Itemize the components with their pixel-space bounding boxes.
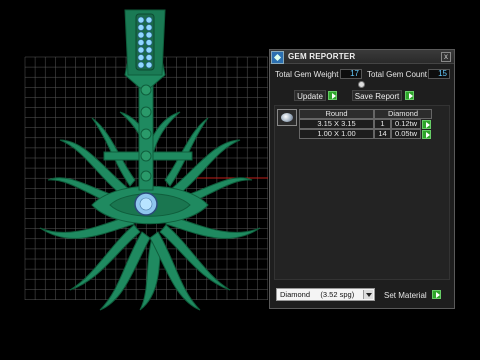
total-gem-weight-value: 17 (340, 69, 362, 79)
row-2-weight: 0.05tw (391, 129, 421, 139)
material-dropdown-value: Diamond (3.52 spg) (280, 290, 355, 299)
set-material-arrow-icon[interactable] (432, 290, 441, 299)
row-1-select-icon[interactable] (422, 120, 431, 129)
total-gem-weight-label: Total Gem Weight (275, 70, 339, 79)
header-shape: Round (299, 109, 374, 119)
bail-gem (145, 39, 153, 46)
update-arrow-icon[interactable] (328, 91, 337, 100)
gem-reporter-panel: GEM REPORTER x Total Gem Weight 17 Total… (269, 49, 455, 309)
set-material-label[interactable]: Set Material (384, 291, 427, 300)
row-1-size: 3.15 X 3.15 (299, 119, 374, 129)
save-report-button[interactable]: Save Report (352, 90, 402, 101)
bail-gem (145, 54, 153, 61)
bail-gem (145, 31, 153, 39)
row-2-select-icon[interactable] (422, 130, 431, 139)
chevron-down-icon[interactable] (363, 290, 373, 299)
close-button[interactable]: x (441, 52, 451, 62)
row-2-count: 14 (374, 129, 391, 139)
gem-reporter-icon (271, 51, 284, 64)
bail-gem (137, 16, 145, 24)
gem-table: Round Diamond 3.15 X 3.15 1 0.12tw 1.00 … (274, 105, 450, 280)
panel-title: GEM REPORTER (288, 52, 356, 61)
collapse-toggle-icon[interactable] (358, 81, 365, 88)
total-gem-count-value: 15 (428, 69, 450, 79)
bail-gem (145, 46, 153, 54)
bail-gem (137, 24, 145, 31)
material-dropdown[interactable]: Diamond (3.52 spg) (276, 288, 375, 301)
save-report-arrow-icon[interactable] (405, 91, 414, 100)
bail-gem (145, 16, 153, 24)
bail-gem (145, 24, 153, 31)
bail-gem (145, 61, 153, 69)
row-1-weight: 0.12tw (391, 119, 421, 129)
update-button[interactable]: Update (294, 90, 326, 101)
bail-gem (137, 31, 145, 39)
bail-gem (137, 46, 145, 54)
bail-gem (137, 39, 145, 46)
gem-shape-thumbnail[interactable] (277, 109, 297, 126)
bail-gem (137, 61, 145, 69)
bail-gem (137, 54, 145, 61)
header-material: Diamond (374, 109, 432, 119)
total-gem-count-label: Total Gem Count (367, 70, 428, 79)
row-1-count: 1 (374, 119, 391, 129)
panel-titlebar[interactable]: GEM REPORTER x (270, 50, 454, 64)
row-2-size: 1.00 X 1.00 (299, 129, 374, 139)
